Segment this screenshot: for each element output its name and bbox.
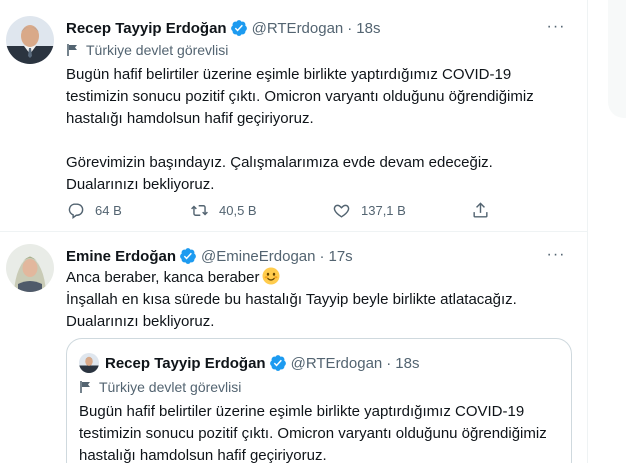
quoted-author-name: Recep Tayyip Erdoğan bbox=[105, 354, 266, 372]
tweet-paragraph: Görevimizin başındayız. Çalışmalarımıza … bbox=[66, 154, 493, 193]
quoted-header: Recep Tayyip Erdoğan @RTErdogan · 18s bbox=[105, 353, 419, 373]
tweet-line: İnşallah en kısa sürede bu hastalığı Tay… bbox=[66, 291, 517, 308]
author-name[interactable]: Emine Erdoğan bbox=[66, 248, 176, 265]
retweet-button[interactable]: 40,5 B bbox=[190, 198, 257, 222]
dot-separator: · bbox=[319, 247, 325, 265]
tweet-header: Emine Erdoğan @EmineErdogan · 17s bbox=[66, 246, 353, 266]
share-button[interactable] bbox=[471, 198, 500, 222]
tweet-text: Bugün hafif belirtiler üzerine eşimle bi… bbox=[66, 64, 566, 196]
flag-icon bbox=[67, 44, 77, 56]
dot-separator: · bbox=[347, 19, 353, 37]
retweet-count: 40,5 B bbox=[219, 202, 257, 218]
quoted-account-label: Türkiye devlet görevlisi bbox=[79, 379, 241, 395]
retweet-icon bbox=[191, 204, 208, 216]
share-icon bbox=[473, 201, 488, 218]
right-sidebar bbox=[588, 0, 626, 463]
avatar-emine[interactable] bbox=[6, 244, 54, 292]
tweet-actions: 64 B 40,5 B 137,1 B bbox=[66, 198, 496, 222]
quoted-avatar bbox=[79, 353, 99, 373]
author-name[interactable]: Recep Tayyip Erdoğan bbox=[66, 20, 227, 37]
dot-separator: · bbox=[386, 354, 392, 372]
quoted-account-label-text: Türkiye devlet görevlisi bbox=[99, 379, 242, 395]
tweet-emine[interactable]: Emine Erdoğan @EmineErdogan · 17s ··· An… bbox=[0, 232, 588, 463]
reply-icon bbox=[68, 202, 84, 219]
timeline-feed: Recep Tayyip Erdoğan @RTErdogan · 18s ··… bbox=[0, 0, 588, 463]
tweet-header: Recep Tayyip Erdoğan @RTErdogan · 18s bbox=[66, 18, 380, 38]
flag-icon bbox=[80, 381, 90, 393]
verified-badge-icon bbox=[269, 354, 287, 372]
smiling-face-icon bbox=[262, 267, 280, 285]
more-options-icon[interactable]: ··· bbox=[544, 245, 568, 265]
tweet-erdogan[interactable]: Recep Tayyip Erdoğan @RTErdogan · 18s ··… bbox=[0, 0, 588, 232]
account-label-text: Türkiye devlet görevlisi bbox=[86, 42, 229, 58]
tweet-line-text: Anca beraber, kanca beraber bbox=[66, 269, 260, 286]
tweet-timestamp[interactable]: 17s bbox=[329, 248, 353, 265]
quoted-timestamp: 18s bbox=[395, 354, 420, 372]
tweet-paragraph: Bugün hafif belirtiler üzerine eşimle bi… bbox=[66, 66, 534, 127]
quoted-tweet[interactable]: Recep Tayyip Erdoğan @RTErdogan · 18s Tü… bbox=[66, 338, 572, 463]
like-count: 137,1 B bbox=[361, 202, 406, 218]
like-button[interactable]: 137,1 B bbox=[332, 198, 406, 222]
tweet-timestamp[interactable]: 18s bbox=[356, 20, 380, 37]
quoted-tweet-text: Bugün hafif belirtiler üzerine eşimle bi… bbox=[79, 403, 547, 463]
tweet-text: Anca beraber, kanca beraber İnşallah en … bbox=[66, 267, 566, 333]
tweet-line: Anca beraber, kanca beraber bbox=[66, 267, 566, 289]
heart-icon bbox=[333, 204, 350, 218]
author-handle[interactable]: @RTErdogan bbox=[252, 20, 344, 37]
author-handle[interactable]: @EmineErdogan bbox=[201, 248, 315, 265]
verified-badge-icon bbox=[179, 247, 197, 265]
avatar-erdogan[interactable] bbox=[6, 16, 54, 64]
account-label: Türkiye devlet görevlisi bbox=[66, 42, 228, 58]
more-options-icon[interactable]: ··· bbox=[544, 17, 568, 37]
sidebar-card bbox=[608, 0, 626, 118]
quoted-author-handle: @RTErdogan bbox=[290, 354, 383, 372]
reply-button[interactable]: 64 B bbox=[66, 198, 122, 222]
reply-count: 64 B bbox=[95, 202, 122, 218]
tweet-line: Dualarınızı bekliyoruz. bbox=[66, 313, 215, 330]
verified-badge-icon bbox=[230, 19, 248, 37]
